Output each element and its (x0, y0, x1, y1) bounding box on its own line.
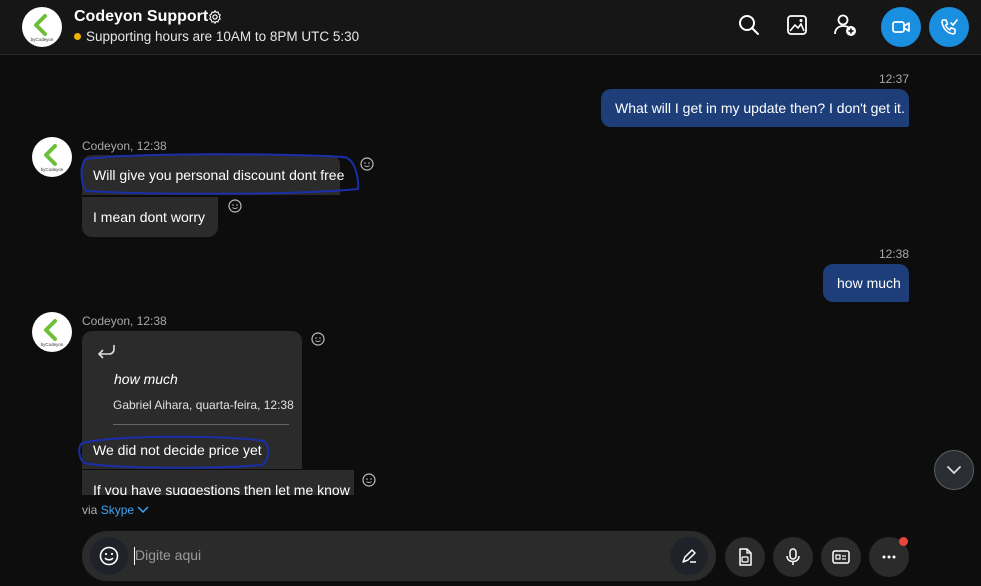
outgoing-message[interactable]: What will I get in my update then? I don… (601, 89, 909, 127)
emoji-button[interactable] (90, 537, 128, 575)
via-label: via Skype (82, 503, 149, 517)
chat-header: byCodeyon Codeyon Support Supporting hou… (0, 0, 981, 55)
avatar-logo-text: byCodeyon (31, 37, 54, 42)
avatar-logo-text: byCodeyon (41, 167, 64, 172)
reaction-icon[interactable] (228, 199, 242, 213)
notification-dot (899, 537, 908, 546)
video-call-icon (892, 21, 910, 33)
gallery-icon[interactable] (784, 12, 810, 38)
quote-text: how much (114, 371, 178, 387)
quote-author: Gabriel Aihara, quarta-feira, 12:38 (113, 398, 294, 412)
status-text: Supporting hours are 10AM to 8PM UTC 5:3… (74, 29, 359, 44)
pen-icon (682, 549, 696, 563)
contact-card-icon (832, 550, 850, 564)
audio-call-button[interactable] (929, 7, 969, 47)
attach-file-button[interactable] (725, 537, 765, 577)
reaction-icon[interactable] (311, 332, 325, 346)
incoming-message[interactable]: I mean dont worry (82, 197, 218, 237)
reaction-icon[interactable] (360, 157, 374, 171)
incoming-message[interactable]: If you have suggestions then let me know (82, 470, 354, 495)
reaction-icon[interactable] (362, 473, 376, 487)
message-composer[interactable]: Digite aqui (82, 531, 716, 581)
contact-card-button[interactable] (821, 537, 861, 577)
microphone-icon (786, 548, 800, 565)
chevron-down-icon[interactable] (137, 506, 149, 514)
contact-avatar[interactable]: byCodeyon (22, 7, 62, 47)
message-list[interactable]: 12:37 What will I get in my update then?… (0, 55, 981, 495)
status-dot (74, 33, 81, 40)
add-person-icon[interactable] (832, 12, 858, 38)
scroll-to-bottom-button[interactable] (934, 450, 974, 490)
sender-avatar[interactable]: byCodeyon (32, 312, 72, 352)
search-icon[interactable] (736, 12, 762, 38)
phone-icon (941, 19, 958, 35)
avatar-logo-text: byCodeyon (41, 342, 64, 347)
chevron-down-icon (947, 466, 961, 475)
emoji-icon (99, 546, 119, 566)
status-label: Supporting hours are 10AM to 8PM UTC 5:3… (86, 29, 360, 44)
message-meta: Codeyon, 12:38 (82, 314, 167, 328)
file-icon (739, 548, 752, 566)
outgoing-message[interactable]: how much (823, 264, 909, 302)
via-text: via (82, 503, 98, 517)
message-time: 12:38 (878, 247, 909, 261)
message-time: 12:37 (878, 72, 909, 86)
format-button[interactable] (670, 537, 708, 575)
pen-annotation (78, 435, 270, 469)
sender-avatar[interactable]: byCodeyon (32, 137, 72, 177)
more-icon (882, 555, 896, 559)
video-call-button[interactable] (881, 7, 921, 47)
pen-annotation (80, 153, 360, 195)
quote-divider (113, 424, 289, 425)
gear-icon[interactable] (207, 9, 223, 25)
reply-arrow-icon (97, 345, 115, 359)
skype-link[interactable]: Skype (101, 503, 134, 517)
message-input[interactable]: Digite aqui (135, 547, 201, 563)
voice-message-button[interactable] (773, 537, 813, 577)
chat-title[interactable]: Codeyon Support (74, 8, 208, 26)
